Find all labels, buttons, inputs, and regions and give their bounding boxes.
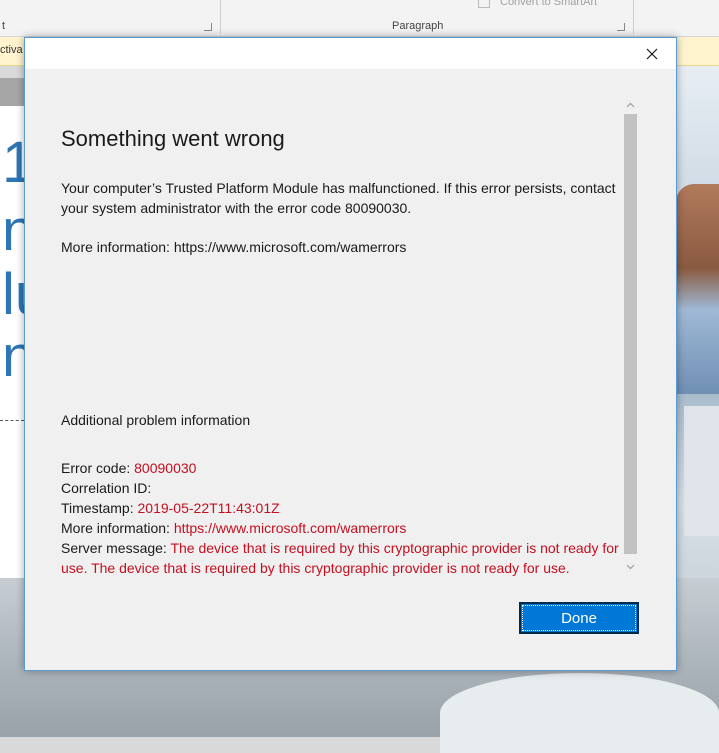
error-code-label: Error code: [61, 460, 135, 476]
close-button[interactable] [636, 42, 668, 66]
scroll-up-button[interactable] [623, 98, 638, 112]
error-message: Your computer’s Trusted Platform Module … [61, 180, 616, 216]
smartart-icon [478, 0, 490, 8]
slide-pane-strip [0, 78, 24, 106]
notice-text: ctiva [0, 44, 23, 56]
chevron-up-icon [626, 102, 635, 108]
paragraph-dialog-launcher-icon[interactable] [617, 23, 625, 31]
scrollbar-thumb[interactable] [624, 114, 637, 554]
dialog-content: Something went wrong Your computer’s Tru… [61, 98, 629, 578]
more-info-link[interactable]: https://www.microsoft.com/wamerrors [174, 520, 407, 536]
scroll-down-button[interactable] [623, 560, 638, 574]
ribbon-group-label-paragraph: Paragraph [392, 20, 444, 32]
photo-person [676, 184, 719, 394]
ribbon-group-label-font: t [2, 20, 6, 32]
font-dialog-launcher-icon[interactable] [204, 23, 212, 31]
content-scrollbar[interactable] [623, 98, 638, 576]
more-info-label: More information: [61, 520, 174, 536]
timestamp-label: Timestamp: [61, 500, 138, 516]
photo-laptop [684, 406, 719, 536]
more-information-line: More information: https://www.microsoft.… [61, 239, 407, 255]
error-code-row: Error code: 80090030 [61, 458, 196, 478]
office-ribbon: t Convert to SmartArt Paragraph [0, 0, 719, 37]
additional-info-heading: Additional problem information [61, 412, 251, 428]
done-button[interactable]: Done [519, 602, 639, 634]
ribbon-group-separator [220, 0, 221, 34]
error-code-value: 80090030 [134, 460, 197, 476]
timestamp-value: 2019-05-22T11:43:01Z [137, 500, 280, 516]
dialog-titlebar[interactable] [25, 38, 676, 69]
server-message-row: Server message: The device that is requi… [61, 538, 629, 578]
convert-to-smartart-button[interactable]: Convert to SmartArt [500, 0, 597, 8]
timestamp-row: Timestamp: 2019-05-22T11:43:01Z [61, 498, 280, 518]
focus-ring [522, 605, 636, 631]
correlation-id-row: Correlation ID: [61, 478, 151, 498]
chevron-down-icon [626, 564, 635, 570]
dialog-heading: Something went wrong [61, 126, 285, 151]
ribbon-group-separator [633, 0, 634, 34]
more-info-row: More information: https://www.microsoft.… [61, 518, 406, 538]
error-dialog: Something went wrong Your computer’s Tru… [24, 37, 677, 671]
photo-chair [440, 673, 719, 753]
slide-dashed-border [0, 420, 24, 421]
correlation-id-label: Correlation ID: [61, 480, 152, 496]
close-icon [646, 48, 658, 60]
server-message-label: Server message: [61, 540, 171, 556]
slide-canvas: 1 n lu n [0, 106, 47, 578]
